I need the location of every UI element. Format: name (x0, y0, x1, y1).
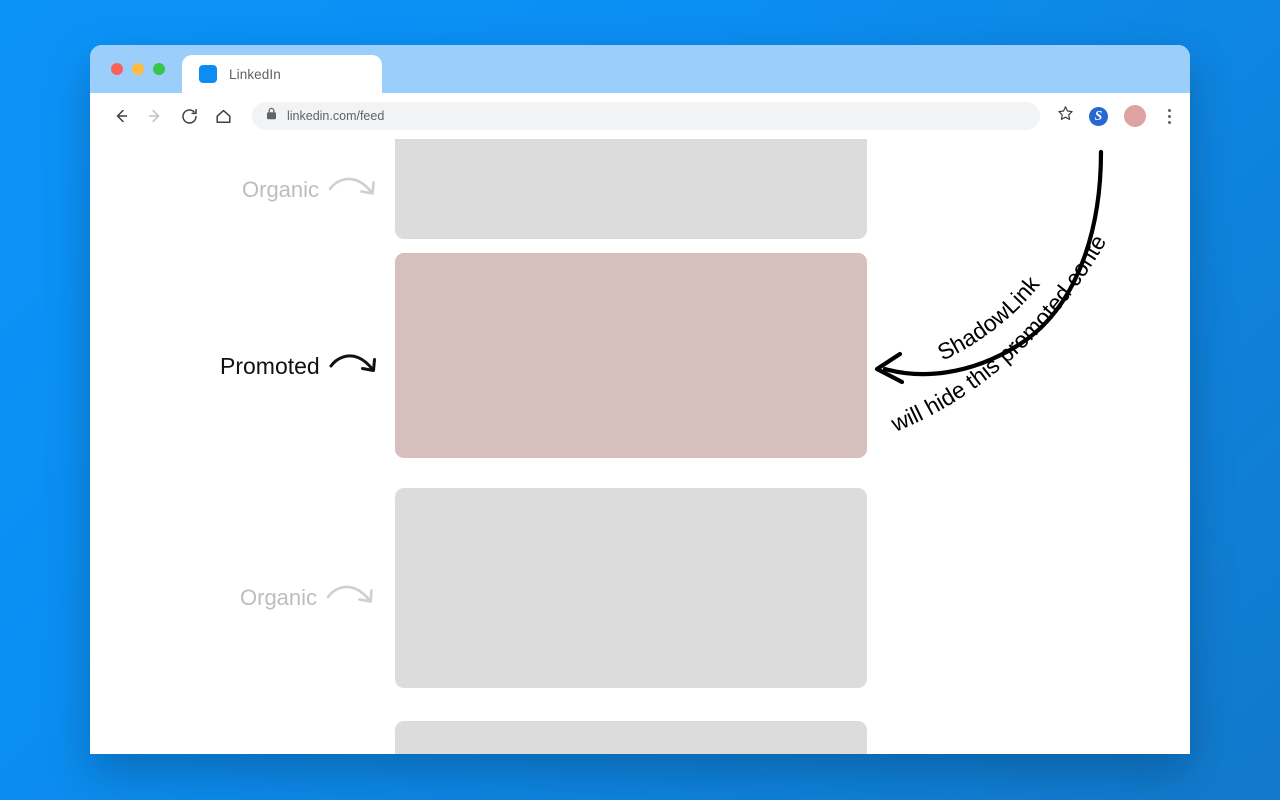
feed-label-organic-1: Organic (242, 172, 379, 207)
profile-avatar[interactable] (1124, 105, 1146, 127)
lock-icon (266, 107, 277, 125)
feed-card-promoted[interactable] (395, 253, 867, 458)
close-window-button[interactable] (111, 63, 123, 75)
address-bar[interactable]: linkedin.com/feed (252, 102, 1040, 130)
annotation-line-1: ShadowLink (933, 271, 1044, 366)
home-icon (214, 107, 233, 126)
forward-button[interactable] (138, 99, 172, 133)
bookmark-button[interactable] (1050, 101, 1080, 131)
window-traffic-lights (111, 63, 165, 75)
browser-tab-linkedin[interactable]: LinkedIn (182, 55, 382, 93)
feed-label-text: Promoted (220, 353, 320, 379)
feed-label-text: Organic (242, 176, 320, 202)
home-button[interactable] (206, 99, 240, 133)
curved-arrow-icon (328, 349, 380, 384)
browser-window: LinkedIn linkedin.com/feed S Organic Pro… (90, 45, 1190, 754)
star-icon (1057, 105, 1074, 127)
linkedin-feed-page: Organic Promoted Organic ShadowLink will… (90, 139, 1190, 754)
kebab-dot-3 (1167, 120, 1171, 124)
feed-label-organic-2: Organic (240, 580, 377, 615)
reload-icon (180, 107, 199, 126)
kebab-dot-1 (1167, 108, 1171, 112)
kebab-dot-2 (1167, 114, 1171, 118)
feed-card-organic-3[interactable] (395, 721, 867, 754)
back-button[interactable] (104, 99, 138, 133)
browser-menu-button[interactable] (1160, 105, 1178, 127)
minimize-window-button[interactable] (132, 63, 144, 75)
feed-label-text: Organic (240, 584, 318, 610)
maximize-window-button[interactable] (153, 63, 165, 75)
reload-button[interactable] (172, 99, 206, 133)
tab-strip: LinkedIn (90, 45, 1190, 93)
arrow-left-icon (112, 107, 130, 125)
feed-card-organic-1[interactable] (395, 139, 867, 239)
feed-card-organic-2[interactable] (395, 488, 867, 688)
browser-toolbar: linkedin.com/feed S (90, 93, 1190, 139)
curved-arrow-icon (325, 580, 377, 615)
linkedin-favicon-icon (199, 65, 217, 83)
tab-title: LinkedIn (229, 66, 281, 82)
curved-arrow-icon (327, 172, 379, 207)
feed-label-promoted: Promoted (220, 349, 380, 384)
url-text: linkedin.com/feed (287, 109, 385, 123)
arrow-right-icon (146, 107, 164, 125)
shadowlink-extension-icon[interactable]: S (1089, 106, 1108, 126)
